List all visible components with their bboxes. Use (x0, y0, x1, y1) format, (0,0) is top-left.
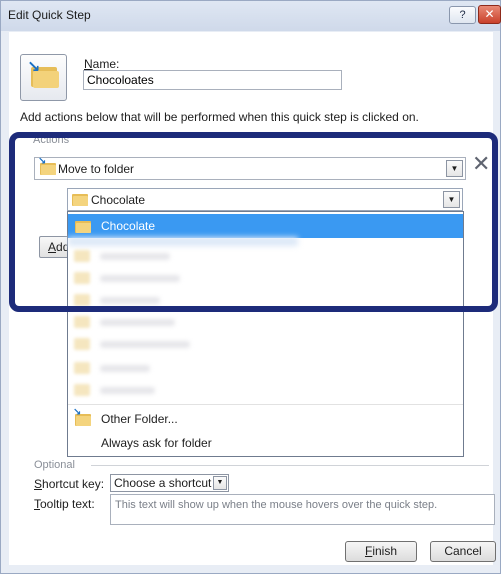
move-arrow-icon: ↘ (27, 59, 41, 76)
close-button[interactable]: ✕ (478, 5, 501, 24)
name-label: Name: (84, 57, 120, 71)
optional-section-label: Optional (34, 459, 75, 471)
instructions-text: Add actions below that will be performed… (20, 110, 419, 124)
chevron-down-icon[interactable]: ▼ (213, 476, 227, 490)
shortcut-key-label: Shortcut key: (34, 477, 105, 491)
list-item-label: Other Folder... (101, 412, 178, 426)
cancel-button[interactable]: Cancel (430, 541, 496, 562)
help-button[interactable]: ? (449, 6, 476, 24)
tooltip-text-field[interactable]: This text will show up when the mouse ho… (110, 494, 495, 525)
quick-step-icon-button[interactable]: ↘ (20, 54, 67, 101)
list-item-always-ask[interactable]: Always ask for folder (68, 431, 463, 455)
list-item[interactable] (68, 334, 368, 354)
list-item-other-folder[interactable]: ↘ Other Folder... (68, 407, 463, 431)
dialog-title: Edit Quick Step (8, 8, 91, 22)
list-separator (68, 404, 463, 405)
finish-button[interactable]: Finish (345, 541, 417, 562)
list-item[interactable] (68, 312, 368, 332)
tooltip-text-label: Tooltip text: (34, 497, 95, 511)
list-item[interactable] (68, 380, 368, 400)
move-to-folder-icon: ↘ (73, 407, 91, 426)
shortcut-key-value: Choose a shortcut (114, 476, 212, 490)
annotation-highlight (9, 132, 498, 312)
name-input[interactable] (83, 70, 342, 90)
shortcut-key-dropdown[interactable]: Choose a shortcut ▼ (110, 474, 229, 492)
list-item[interactable] (68, 358, 368, 378)
section-divider (91, 465, 489, 466)
list-item-label: Always ask for folder (101, 436, 212, 450)
